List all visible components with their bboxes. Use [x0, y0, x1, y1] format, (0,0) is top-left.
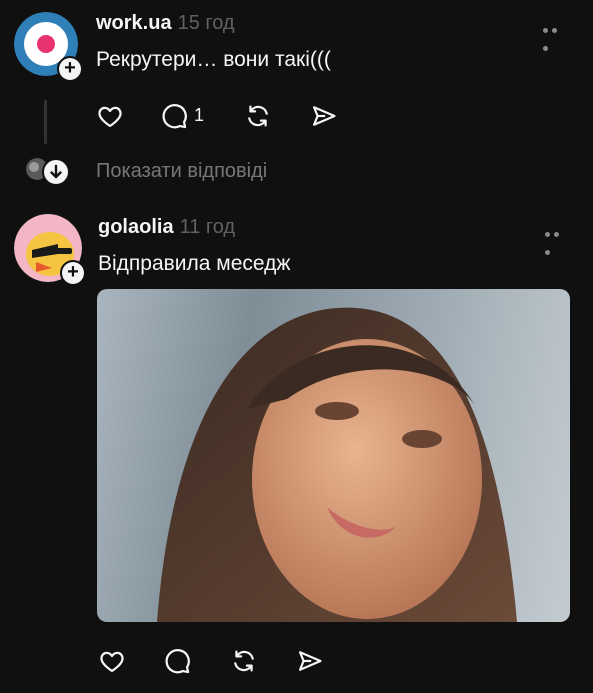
- show-replies-link[interactable]: Показати відповіді: [96, 160, 267, 183]
- heart-icon[interactable]: [98, 647, 126, 675]
- repost-icon[interactable]: [230, 647, 258, 675]
- repost-icon[interactable]: [244, 102, 272, 130]
- post1-header: work.ua 15 год: [96, 12, 235, 35]
- post2-text: Відправила меседж: [98, 252, 291, 275]
- post1-time: 15 год: [177, 12, 235, 34]
- comment-icon[interactable]: [163, 647, 191, 675]
- post1-text: Рекрутери… вони такі(((: [96, 48, 331, 71]
- post2-image[interactable]: [97, 289, 570, 622]
- post2-header: golaolia 11 год: [98, 216, 235, 239]
- post2-more-icon[interactable]: [545, 224, 571, 255]
- heart-icon[interactable]: [96, 102, 124, 130]
- post2-follow-plus-icon[interactable]: +: [60, 260, 86, 286]
- send-icon[interactable]: [296, 647, 324, 675]
- reply-count: 1: [194, 105, 205, 125]
- send-icon[interactable]: [310, 102, 338, 130]
- post1-follow-plus-icon[interactable]: +: [57, 56, 83, 82]
- comment-icon[interactable]: [160, 102, 188, 130]
- thread-line: [44, 100, 47, 144]
- post1-more-icon[interactable]: [543, 20, 569, 51]
- post2-username[interactable]: golaolia: [98, 216, 174, 238]
- post1-username[interactable]: work.ua: [96, 12, 172, 34]
- arrow-down-icon[interactable]: [42, 158, 70, 186]
- post2-time: 11 год: [179, 216, 236, 238]
